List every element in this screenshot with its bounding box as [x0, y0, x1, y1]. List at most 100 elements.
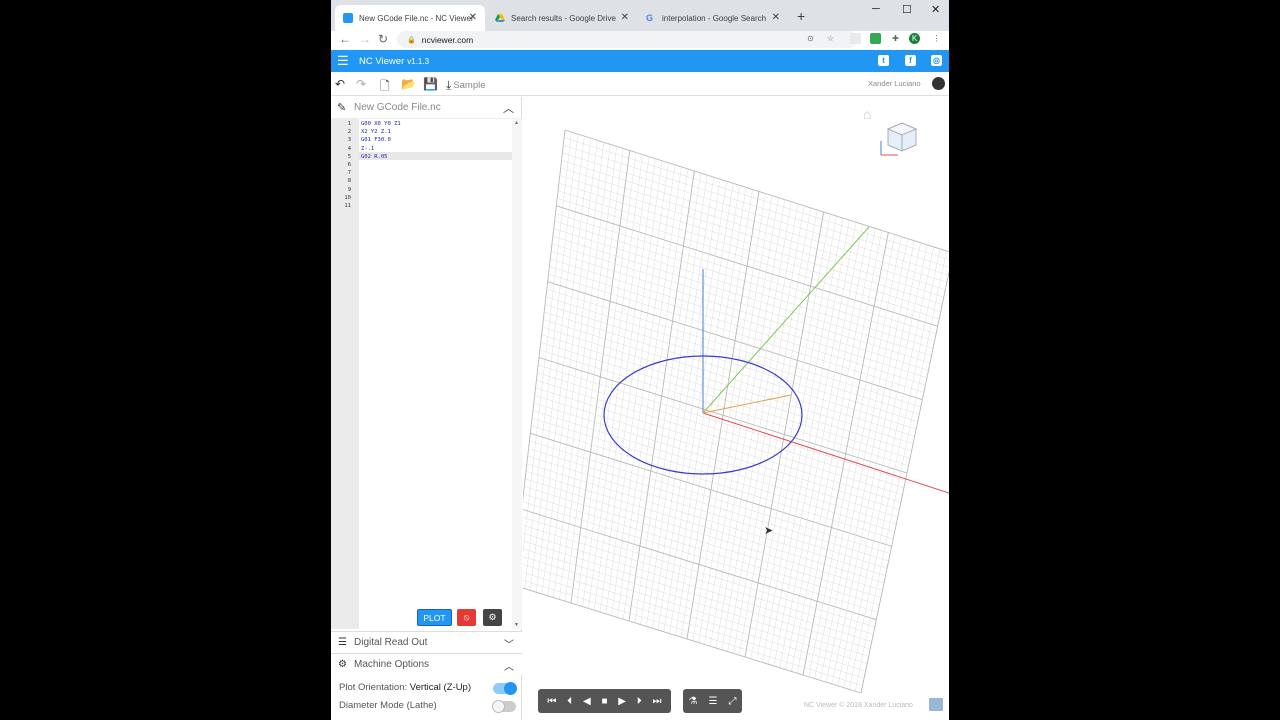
grid-line	[837, 244, 928, 686]
user-name[interactable]: Xander Luciano	[868, 79, 921, 88]
location-icon[interactable]: ⊙	[805, 33, 816, 44]
bookmark-star-icon[interactable]: ☆	[825, 33, 836, 44]
new-tab-plus-icon[interactable]: +	[797, 8, 805, 24]
grid-line	[820, 238, 908, 681]
step-forward-icon[interactable]: ⏵	[637, 696, 642, 707]
list-icon: ☰	[338, 637, 347, 648]
plot-canvas[interactable]	[523, 97, 949, 720]
code-line[interactable]: G00 X0 Y0 Z1	[361, 121, 401, 127]
machine-options-label: Machine Options	[354, 659, 430, 670]
code-line[interactable]: G01 F30.0	[361, 137, 391, 143]
gear-icon[interactable]: ⚙	[483, 609, 502, 626]
play-icon[interactable]: ▶	[618, 696, 626, 707]
facebook-icon[interactable]: f	[905, 55, 916, 66]
reload-icon[interactable]: ↻	[378, 32, 388, 46]
close-tab-icon[interactable]: ✕	[469, 12, 477, 23]
plot-orientation-value: Vertical (Z-Up)	[409, 682, 471, 693]
puzzle-extensions-icon[interactable]: ✚	[890, 33, 901, 44]
twitter-icon[interactable]: t	[878, 55, 889, 66]
line-number-gutter: 1 2 3 4 5 6 7 8 9 10 11	[331, 119, 359, 629]
play-reverse-icon[interactable]: ◀	[583, 696, 591, 707]
toggle-knob	[492, 700, 505, 713]
save-icon[interactable]: 💾	[423, 77, 438, 91]
sample-button[interactable]: ⤓ Sample	[446, 78, 486, 93]
open-folder-icon[interactable]: 📂	[401, 77, 416, 91]
grid-line	[849, 248, 941, 690]
list-icon[interactable]: ☰	[708, 696, 717, 707]
expand-icon[interactable]: ⤢	[728, 696, 736, 707]
edit-icon: ✎	[337, 102, 347, 114]
plot-orientation-label: Plot Orientation:	[339, 682, 408, 693]
hamburger-menu-icon[interactable]: ☰	[337, 53, 349, 69]
plot-orientation-toggle[interactable]	[493, 682, 517, 695]
app-header: ☰ NC Viewer v1.1.3 t f ◎	[331, 50, 949, 72]
playback-controls: ⏮ ⏴ ◀ ■ ▶ ⏵ ⏭	[538, 689, 671, 713]
close-window-icon[interactable]: ✕	[931, 3, 940, 16]
scroll-down-icon[interactable]: ▼	[514, 622, 519, 628]
tab-title: interpolation - Google Search	[662, 13, 767, 23]
line-number: 7	[347, 170, 351, 177]
machine-options-panel[interactable]: ⚙ Machine Options ︿	[331, 653, 522, 675]
file-header[interactable]: ✎ New GCode File.nc ︿	[331, 97, 522, 119]
3d-viewport[interactable]: ⌂ ⏮ ⏴ ◀ ■ ▶ ⏵ ⏭ ⚗ ☰ ⤢ NC Viewer © 2018 X…	[523, 97, 949, 720]
stop-icon[interactable]: ⦸	[457, 609, 476, 626]
kebab-menu-icon[interactable]: ⋮	[931, 33, 942, 44]
code-line[interactable]: X2 Y2 Z.1	[361, 129, 391, 135]
new-file-icon[interactable]: 🗋	[380, 77, 390, 98]
skip-to-end-icon[interactable]: ⏭	[653, 696, 662, 707]
file-name[interactable]: New GCode File.nc	[354, 102, 441, 113]
back-arrow-icon[interactable]: ←	[339, 32, 351, 46]
flask-icon[interactable]: ⚗	[689, 696, 698, 707]
close-tab-icon[interactable]: ✕	[772, 12, 780, 23]
forward-arrow-icon[interactable]: →	[359, 32, 371, 46]
minimize-icon[interactable]: ─	[872, 3, 880, 15]
skip-to-start-icon[interactable]: ⏮	[547, 696, 556, 707]
lock-icon: 🔒	[407, 36, 416, 44]
line-number: 11	[344, 203, 351, 209]
dashboard-gauge-icon[interactable]	[932, 77, 945, 90]
view-tools: ⚗ ☰ ⤢	[683, 689, 742, 713]
line-number: 8	[347, 178, 351, 185]
x-axis-line	[702, 412, 949, 494]
chevron-up-icon[interactable]: ︿	[503, 100, 514, 116]
instagram-icon[interactable]: ◎	[931, 55, 942, 66]
scroll-up-icon[interactable]: ▲	[514, 120, 519, 126]
mouse-cursor-icon: ➤	[764, 525, 774, 537]
url-text: ncviewer.com	[421, 34, 474, 45]
tab-google-drive[interactable]: Search results - Google Drive ✕	[487, 5, 637, 31]
tab-google-search[interactable]: G interpolation - Google Search ✕	[638, 5, 788, 31]
plot-button[interactable]: PLOT	[417, 609, 452, 626]
chevron-up-icon[interactable]: ︿	[504, 658, 514, 673]
code-line[interactable]: Z-.1	[361, 146, 374, 152]
maximize-icon[interactable]: ☐	[902, 3, 912, 16]
digital-read-out-panel[interactable]: ☰ Digital Read Out ﹀	[331, 631, 522, 653]
undo-icon[interactable]: ↶	[335, 77, 345, 91]
editor-scrollbar[interactable]: ▲ ▼	[512, 119, 522, 629]
google-icon: G	[646, 13, 654, 23]
grid-line	[825, 240, 915, 683]
grid-plane	[523, 129, 949, 694]
tab-strip: New GCode File.nc - NC Viewer ✕ Search r…	[331, 0, 949, 31]
toggle-knob	[504, 682, 517, 695]
plot-orientation-option: Plot Orientation: Vertical (Z-Up)	[339, 682, 471, 693]
home-icon[interactable]: ⌂	[863, 106, 871, 122]
profile-avatar[interactable]: K	[909, 33, 920, 44]
redo-icon[interactable]: ↷	[356, 77, 366, 91]
step-back-icon[interactable]: ⏴	[567, 696, 572, 707]
diameter-mode-toggle[interactable]	[492, 700, 516, 713]
gcode-editor[interactable]: 1 2 3 4 5 6 7 8 9 10 11 G00 X0 Y0 Z1 X2 Y2 Z.1 G01 F…	[331, 119, 522, 629]
extension-badge-icon[interactable]	[850, 33, 861, 44]
address-bar[interactable]: 🔒 ncviewer.com	[397, 31, 857, 48]
code-line[interactable]: G02 R.05	[361, 154, 388, 160]
close-tab-icon[interactable]: ✕	[621, 12, 629, 23]
tab-ncviewer[interactable]: New GCode File.nc - NC Viewer ✕	[335, 5, 485, 31]
extension-green-icon[interactable]	[870, 33, 881, 44]
download-icon: ⤓	[446, 78, 452, 92]
stop-icon[interactable]: ■	[601, 696, 607, 707]
browser-toolbar: ← → ↻ 🔒 ncviewer.com ⊙ ☆ ✚ K ⋮	[331, 31, 949, 50]
line-number: 10	[344, 194, 351, 201]
grid-line	[854, 250, 947, 692]
navigation-cube[interactable]	[878, 111, 928, 161]
app-toolbar: ↶ ↷ 🗋 📂 💾 ⤓ Sample Xander Luciano	[331, 72, 949, 96]
chevron-down-icon[interactable]: ﹀	[504, 636, 514, 651]
